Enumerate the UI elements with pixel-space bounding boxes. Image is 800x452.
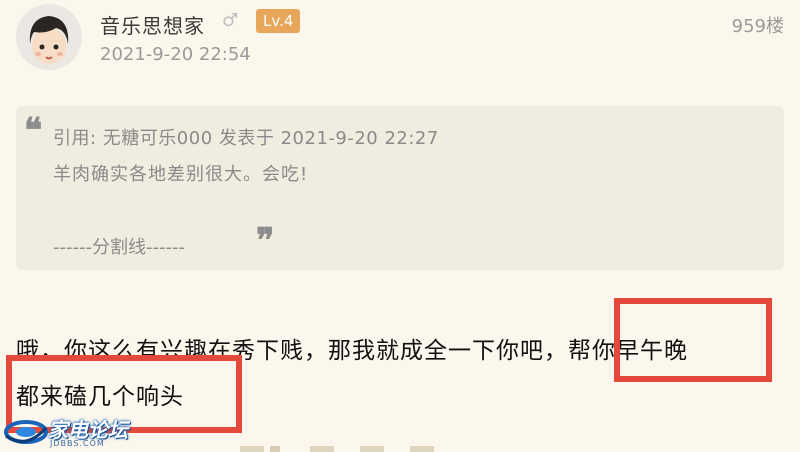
quote-block: ❝ 引用: 无糖可乐000 发表于 2021-9-20 22:27 羊肉确实各地…: [16, 106, 784, 270]
watermark-domain: JDBBS.COM: [50, 439, 105, 448]
highlight-box: [614, 298, 772, 382]
post-timestamp: 2021-9-20 22:54: [100, 44, 251, 65]
close-quote-icon: ❞: [256, 221, 275, 261]
male-gender-icon: ♂: [222, 10, 239, 31]
quote-divider-text: ------分割线------: [53, 237, 185, 258]
cartoon-face-icon: [16, 4, 82, 70]
watermark: 家电论坛 JDBBS.COM: [4, 414, 132, 452]
quote-header: 引用: 无糖可乐000 发表于 2021-9-20 22:27: [53, 128, 439, 149]
level-badge: Lv.4: [256, 9, 301, 33]
username[interactable]: 音乐思想家: [100, 10, 205, 39]
next-toolbar-peek: [240, 446, 434, 452]
forum-logo-icon: [4, 420, 48, 444]
open-quote-icon: ❝: [24, 111, 43, 151]
avatar[interactable]: [16, 4, 82, 70]
quote-text: 羊肉确实各地差别很大。会吃!: [53, 164, 309, 185]
floor-number: 959楼: [731, 16, 784, 37]
